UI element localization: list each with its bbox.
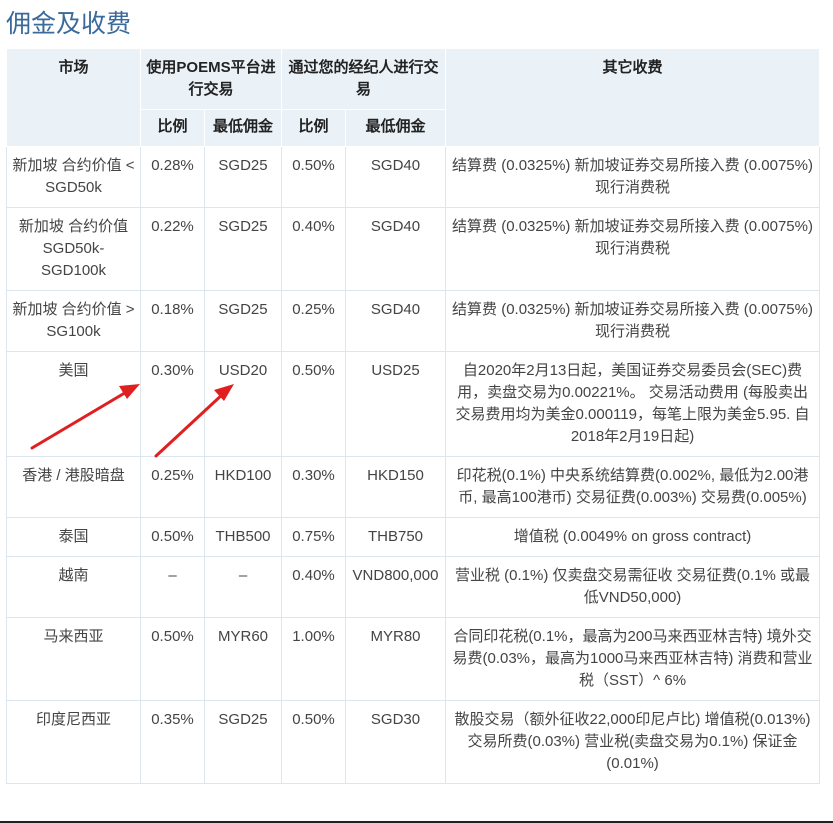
other-fees-cell: 散股交易（额外征收22,000印尼卢比) 增值税(0.013%) 交易所费(0.… bbox=[445, 700, 821, 784]
table-row: 越南 – – 0.40% VND800,000 营业税 (0.1%) 仅卖盘交易… bbox=[6, 556, 821, 618]
other-fees-cell: 印花税(0.1%) 中央系统结算费(0.002%, 最低为2.00港币, 最高1… bbox=[445, 456, 821, 518]
broker-rate-cell: 0.25% bbox=[281, 290, 346, 352]
table-row: 新加坡 合约价值 SGD50k-SGD100k 0.22% SGD25 0.40… bbox=[6, 207, 821, 291]
poems-rate-cell: 0.22% bbox=[140, 207, 205, 291]
commission-table: 市场 使用POEMS平台进行交易 通过您的经纪人进行交易 其它收费 比例 最低佣… bbox=[6, 48, 821, 784]
other-fees-cell: 合同印花税(0.1%，最高为200马来西亚林吉特) 境外交易费(0.03%，最高… bbox=[445, 617, 821, 701]
broker-min-cell: SGD40 bbox=[344, 290, 447, 352]
header-poems-min: 最低佣金 bbox=[204, 109, 282, 147]
broker-min-cell: USD25 bbox=[344, 351, 447, 457]
market-cell: 美国 bbox=[6, 351, 141, 457]
other-fees-cell: 结算费 (0.0325%) 新加坡证券交易所接入费 (0.0075%) 现行消费… bbox=[445, 290, 821, 352]
header-poems: 使用POEMS平台进行交易 bbox=[140, 48, 282, 110]
market-cell: 新加坡 合约价值 < SGD50k bbox=[6, 146, 141, 208]
table-row: 美国 0.30% USD20 0.50% USD25 自2020年2月13日起，… bbox=[6, 351, 821, 457]
header-broker: 通过您的经纪人进行交易 bbox=[280, 48, 447, 110]
broker-rate-cell: 0.50% bbox=[281, 146, 346, 208]
table-row: 新加坡 合约价值 > SG100k 0.18% SGD25 0.25% SGD4… bbox=[6, 290, 821, 352]
poems-min-cell: – bbox=[204, 556, 282, 618]
poems-rate-cell: 0.28% bbox=[140, 146, 205, 208]
header-broker-min: 最低佣金 bbox=[344, 109, 447, 147]
broker-rate-cell: 0.30% bbox=[281, 456, 346, 518]
broker-rate-cell: 1.00% bbox=[281, 617, 346, 701]
poems-rate-cell: – bbox=[140, 556, 205, 618]
poems-min-cell: SGD25 bbox=[204, 290, 282, 352]
market-cell: 印度尼西亚 bbox=[6, 700, 141, 784]
market-cell: 香港 / 港股暗盘 bbox=[6, 456, 141, 518]
table-row: 马来西亚 0.50% MYR60 1.00% MYR80 合同印花税(0.1%，… bbox=[6, 617, 821, 701]
broker-min-cell: VND800,000 bbox=[344, 556, 447, 618]
poems-rate-cell: 0.35% bbox=[140, 700, 205, 784]
header-other-fees: 其它收费 bbox=[445, 48, 821, 147]
other-fees-cell: 营业税 (0.1%) 仅卖盘交易需征收 交易征费(0.1% 或最低VND50,0… bbox=[445, 556, 821, 618]
poems-rate-cell: 0.25% bbox=[140, 456, 205, 518]
other-fees-cell: 增值税 (0.0049% on gross contract) bbox=[445, 517, 821, 557]
poems-min-cell: SGD25 bbox=[204, 700, 282, 784]
market-cell: 泰国 bbox=[6, 517, 141, 557]
table-row: 印度尼西亚 0.35% SGD25 0.50% SGD30 散股交易（额外征收2… bbox=[6, 700, 821, 784]
poems-min-cell: SGD25 bbox=[204, 207, 282, 291]
broker-rate-cell: 0.50% bbox=[281, 700, 346, 784]
market-cell: 新加坡 合约价值 SGD50k-SGD100k bbox=[6, 207, 141, 291]
other-fees-cell: 结算费 (0.0325%) 新加坡证券交易所接入费 (0.0075%) 现行消费… bbox=[445, 207, 821, 291]
broker-rate-cell: 0.40% bbox=[281, 556, 346, 618]
broker-min-cell: HKD150 bbox=[344, 456, 447, 518]
poems-min-cell: MYR60 bbox=[204, 617, 282, 701]
page-title: 佣金及收费 bbox=[6, 9, 132, 38]
broker-rate-cell: 0.75% bbox=[281, 517, 346, 557]
other-fees-cell: 自2020年2月13日起，美国证券交易委员会(SEC)费用，卖盘交易为0.002… bbox=[445, 351, 821, 457]
broker-min-cell: SGD30 bbox=[344, 700, 447, 784]
market-cell: 新加坡 合约价值 > SG100k bbox=[6, 290, 141, 352]
market-cell: 马来西亚 bbox=[6, 617, 141, 701]
header-market: 市场 bbox=[6, 48, 141, 147]
poems-min-cell: SGD25 bbox=[204, 146, 282, 208]
poems-rate-cell: 0.50% bbox=[140, 517, 205, 557]
header-poems-rate: 比例 bbox=[140, 109, 205, 147]
poems-min-cell: HKD100 bbox=[204, 456, 282, 518]
broker-rate-cell: 0.50% bbox=[281, 351, 346, 457]
poems-rate-cell: 0.18% bbox=[140, 290, 205, 352]
header-broker-rate: 比例 bbox=[281, 109, 346, 147]
broker-min-cell: THB750 bbox=[344, 517, 447, 557]
poems-min-cell: USD20 bbox=[204, 351, 282, 457]
poems-min-cell: THB500 bbox=[204, 517, 282, 557]
table-row: 香港 / 港股暗盘 0.25% HKD100 0.30% HKD150 印花税(… bbox=[6, 456, 821, 518]
poems-rate-cell: 0.30% bbox=[140, 351, 205, 457]
broker-min-cell: MYR80 bbox=[344, 617, 447, 701]
market-cell: 越南 bbox=[6, 556, 141, 618]
table-row: 新加坡 合约价值 < SGD50k 0.28% SGD25 0.50% SGD4… bbox=[6, 146, 821, 208]
poems-rate-cell: 0.50% bbox=[140, 617, 205, 701]
broker-min-cell: SGD40 bbox=[344, 207, 447, 291]
broker-rate-cell: 0.40% bbox=[281, 207, 346, 291]
other-fees-cell: 结算费 (0.0325%) 新加坡证券交易所接入费 (0.0075%) 现行消费… bbox=[445, 146, 821, 208]
broker-min-cell: SGD40 bbox=[344, 146, 447, 208]
table-row: 泰国 0.50% THB500 0.75% THB750 增值税 (0.0049… bbox=[6, 517, 821, 557]
